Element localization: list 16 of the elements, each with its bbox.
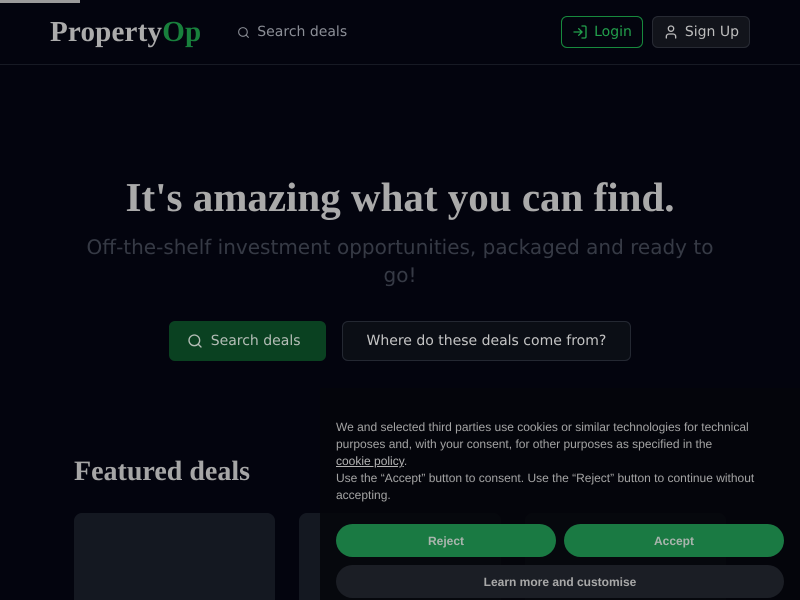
cookie-notice: We and selected third parties use cookies or similar technologies for technical purposes and, with your consent, for other purposes as specified in the cookie policy. <box>336 419 750 470</box>
customise-button[interactable]: Learn more and customise <box>336 565 784 598</box>
consent-note: Use the “Accept” button to consent. Use the “Reject” button to continue without accepting. <box>336 470 756 504</box>
cookie-policy-link[interactable]: cookie policy <box>336 454 404 468</box>
user-icon <box>662 24 679 40</box>
login-button[interactable]: Login <box>561 16 643 48</box>
search-deals-link[interactable]: Search deals <box>237 24 348 40</box>
sign-up-button[interactable]: Sign Up <box>652 16 750 48</box>
login-icon <box>572 24 588 40</box>
search-icon <box>186 333 203 349</box>
deals-source-button[interactable]: Where do these deals come from? <box>342 321 632 361</box>
section-title: Featured deals <box>74 455 250 489</box>
search-deals-button[interactable]: Search deals <box>168 321 326 361</box>
hero-title: It's amazing what you can find. <box>125 173 674 221</box>
logo[interactable]: PropertyOp <box>50 16 202 48</box>
search-icon <box>237 26 250 38</box>
